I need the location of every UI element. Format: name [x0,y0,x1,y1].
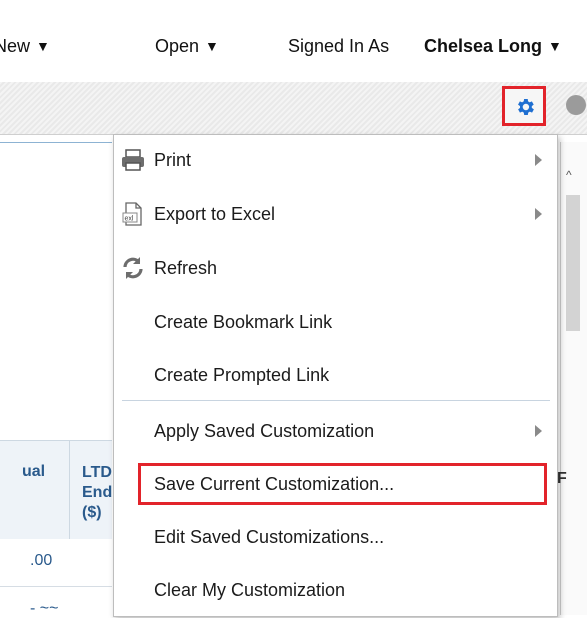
signed-in-label: Signed In As [288,36,390,56]
page-options-menu: Print exl Export to Excel Refresh Create… [113,134,558,617]
cell-value-partial: - ~~ [30,600,59,617]
submenu-arrow-icon [535,154,542,166]
user-name: Chelsea Long [424,36,543,56]
column-header-actual: ual [22,463,46,480]
menu-item-label: Export to Excel [154,204,276,224]
menu-item-label: Print [154,150,192,170]
page-toolbar [0,82,587,135]
row-divider [0,586,112,587]
menu-item-clear-my-customization[interactable]: Clear My Customization [114,568,557,612]
open-menu[interactable]: Open ▼ [155,36,219,57]
table-header: ual LTD End ($) [0,440,112,539]
menu-item-label: Create Bookmark Link [154,312,333,332]
printer-icon [120,147,146,173]
highlight-box [138,463,547,505]
menu-item-label: Refresh [154,258,218,278]
submenu-arrow-icon [535,425,542,437]
page-options-button[interactable] [502,86,546,126]
column-header-right: F [557,470,567,487]
scrollbar-thumb[interactable] [566,195,580,331]
menu-item-export-excel[interactable]: exl Export to Excel [114,192,557,236]
svg-text:exl: exl [125,216,134,223]
refresh-icon [120,255,146,281]
menu-item-apply-saved-customization[interactable]: Apply Saved Customization [114,409,557,453]
scroll-up-icon[interactable]: ^ [566,168,572,182]
caret-down-icon: ▼ [205,38,219,54]
excel-icon: exl [120,201,146,227]
menu-item-label: Edit Saved Customizations... [154,527,385,547]
menu-item-create-prompted-link[interactable]: Create Prompted Link [114,353,557,397]
app-window: New ▼ Open ▼ Signed In As Chelsea Long ▼ ua… [0,0,587,617]
help-icon[interactable] [566,95,586,115]
menu-item-create-bookmark-link[interactable]: Create Bookmark Link [114,300,557,344]
column-header-ltd: LTD End ($) [82,463,112,523]
caret-down-icon: ▼ [548,38,562,54]
submenu-arrow-icon [535,208,542,220]
menu-item-label: Apply Saved Customization [154,421,375,441]
column-header-line: End [82,484,112,501]
column-divider [69,441,70,539]
column-header-line: ($) [82,504,102,521]
gear-icon [518,99,534,115]
new-menu-label: New [0,36,31,56]
cell-value: .00 [30,552,53,569]
column-header-line: LTD [82,464,112,481]
caret-down-icon: ▼ [36,38,50,54]
menu-item-label: Create Prompted Link [154,365,330,385]
open-menu-label: Open [155,36,200,56]
menu-item-refresh[interactable]: Refresh [114,246,557,290]
menu-item-print[interactable]: Print [114,138,557,182]
menu-item-label: Clear My Customization [154,580,346,600]
menu-divider [122,400,550,401]
new-menu[interactable]: New ▼ [0,36,50,57]
top-header: New ▼ Open ▼ Signed In As Chelsea Long ▼ [0,0,587,82]
divider [0,142,112,143]
menu-item-edit-saved-customizations[interactable]: Edit Saved Customizations... [114,515,557,559]
user-menu[interactable]: Chelsea Long ▼ [424,36,562,57]
